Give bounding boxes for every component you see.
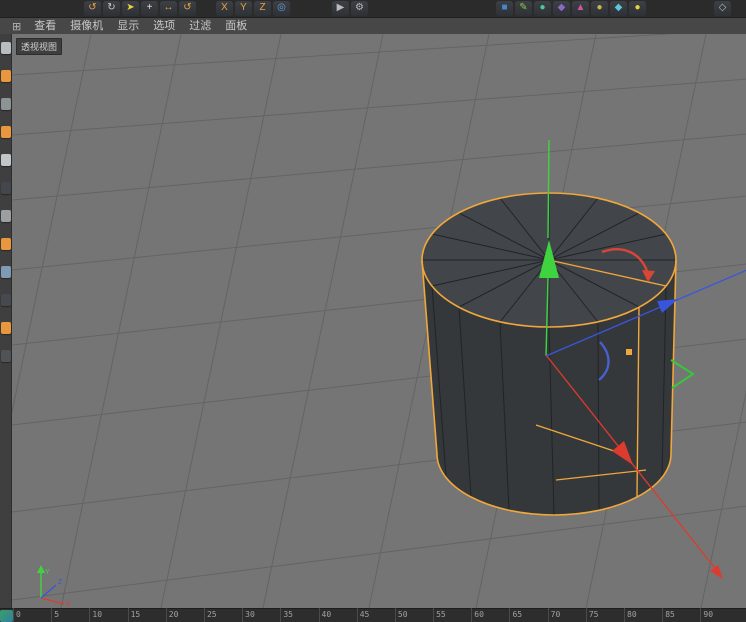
left-mode-toolbar [0, 34, 12, 608]
timeline-tick[interactable]: 70 [547, 608, 586, 622]
timeline-tick[interactable]: 35 [280, 608, 318, 622]
timeline-tick[interactable]: 45 [356, 608, 395, 622]
timeline-tick[interactable]: 50 [394, 608, 433, 622]
menu-items: 查看 摄像机 显示 选项 过滤 面板 [27, 18, 254, 34]
cinema4d-window: ↺ ↻ ➤ + ↔ ↺ X Y Z ◎ ▶ ⚙ ■ ✎ ● ◆ ▲ ● ◆ ● ◇ ⊞ 查看 摄像机 显示 选项 过滤 面板 透视… [0, 0, 746, 622]
menu-item[interactable]: 过滤 [182, 18, 218, 34]
light-icon[interactable]: ● [629, 1, 646, 16]
coordinate-system-icon[interactable]: ◎ [273, 1, 290, 16]
panel-grid-icon[interactable]: ⊞ [12, 20, 21, 33]
timeline-tick[interactable]: 75 [585, 608, 624, 622]
polygons-mode-icon[interactable] [0, 210, 11, 222]
menu-item[interactable]: 面板 [218, 18, 254, 34]
points-mode-icon[interactable] [0, 154, 11, 166]
viewport-canvas[interactable]: Y X Z [12, 34, 746, 608]
lock-workplane-icon[interactable] [0, 322, 11, 334]
model-mode-icon[interactable] [0, 70, 11, 82]
enable-axis-icon[interactable] [0, 238, 11, 250]
texture-mode-icon[interactable] [0, 98, 11, 110]
viewport-menubar: ⊞ 查看 摄像机 显示 选项 过滤 面板 [0, 18, 746, 34]
workplane-mode-icon[interactable] [0, 126, 11, 138]
quantize-icon[interactable] [0, 350, 11, 362]
edge-handle[interactable] [626, 349, 632, 355]
y-scale-bracket[interactable] [670, 359, 695, 389]
timeline-tick[interactable]: 10 [89, 608, 127, 622]
timeline-current-frame-marker[interactable] [0, 610, 13, 622]
live-selection-icon[interactable]: ➤ [122, 1, 139, 16]
scale-tool-icon[interactable]: ↔ [160, 1, 177, 16]
timeline-ruler[interactable]: 0 5 10 15 20 25 30 35 40 45 50 55 60 65 70 75 80 85 90 [0, 608, 746, 622]
timeline-tick[interactable]: 60 [471, 608, 509, 622]
timeline-tick[interactable]: 65 [509, 608, 547, 622]
axis-x-label: X [66, 601, 71, 608]
y-axis-line[interactable] [547, 139, 550, 239]
redo-icon[interactable]: ↻ [103, 1, 120, 16]
timeline-tick[interactable]: 20 [165, 608, 204, 622]
perspective-viewport[interactable]: 透视视图 Y X Z [12, 34, 746, 608]
timeline-tick[interactable]: 5 [51, 608, 89, 622]
timeline-tick[interactable]: 30 [242, 608, 280, 622]
make-editable-icon[interactable] [0, 42, 11, 54]
menu-item[interactable]: 摄像机 [63, 18, 110, 34]
viewport-label: 透视视图 [16, 38, 63, 55]
timeline-ticks: 0 5 10 15 20 25 30 35 40 45 50 55 60 65 70 75 80 85 90 [13, 608, 739, 622]
z-axis-lock-icon[interactable]: Z [254, 1, 271, 16]
snap-icon[interactable]: ◇ [714, 1, 731, 16]
axis-y-label: Y [45, 569, 50, 576]
axis-z-label: Z [58, 579, 63, 586]
move-tool-icon[interactable]: + [141, 1, 158, 16]
timeline-tick[interactable]: 25 [203, 608, 242, 622]
environment-icon[interactable]: ● [591, 1, 608, 16]
menu-item[interactable]: 显示 [110, 18, 146, 34]
timeline-tick[interactable]: 90 [700, 608, 738, 622]
timeline-tick[interactable]: 85 [662, 608, 700, 622]
timeline-tick[interactable]: 15 [127, 608, 166, 622]
timeline-tick[interactable]: 55 [433, 608, 471, 622]
y-axis-lock-icon[interactable]: Y [235, 1, 252, 16]
timeline-tick[interactable]: 40 [318, 608, 357, 622]
rotate-tool-icon[interactable]: ↺ [179, 1, 196, 16]
render-view-icon[interactable]: ▶ [332, 1, 349, 16]
edges-mode-icon[interactable] [0, 182, 11, 194]
snap-settings-icon[interactable] [0, 294, 11, 306]
spline-pen-icon[interactable]: ✎ [515, 1, 532, 16]
x-axis-end-arrow [710, 565, 723, 579]
primitive-cube-icon[interactable]: ■ [496, 1, 513, 16]
x-axis-lock-icon[interactable]: X [216, 1, 233, 16]
main-area: 透视视图 Y X Z [0, 34, 746, 608]
subdivision-surface-icon[interactable]: ● [534, 1, 551, 16]
render-settings-icon[interactable]: ⚙ [351, 1, 368, 16]
camera-icon[interactable]: ◆ [610, 1, 627, 16]
undo-icon[interactable]: ↺ [84, 1, 101, 16]
viewport-solo-icon[interactable] [0, 266, 11, 278]
deformer-icon[interactable]: ▲ [572, 1, 589, 16]
menu-item[interactable]: 选项 [146, 18, 182, 34]
menu-item[interactable]: 查看 [27, 18, 63, 34]
mograph-icon[interactable]: ◆ [553, 1, 570, 16]
top-toolbar: ↺ ↻ ➤ + ↔ ↺ X Y Z ◎ ▶ ⚙ ■ ✎ ● ◆ ▲ ● ◆ ● ◇ [0, 0, 746, 18]
timeline-tick[interactable]: 0 [13, 608, 51, 622]
timeline-tick[interactable]: 80 [624, 608, 662, 622]
